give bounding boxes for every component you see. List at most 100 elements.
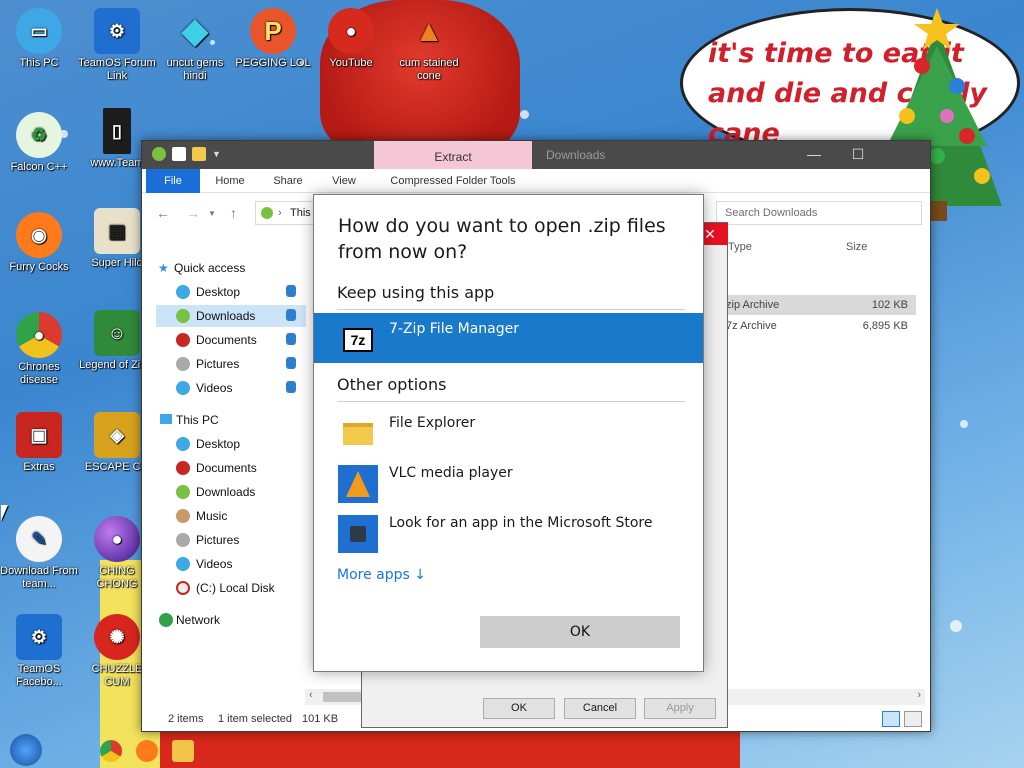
sidebar-item-quick-access[interactable]: ★ Quick access (156, 257, 306, 279)
desktop-folder-icon (176, 285, 190, 299)
desktop-icon-falcon[interactable]: ♻ Falcon C++ (0, 112, 78, 174)
app-option-7zip[interactable]: 7z 7-Zip File Manager (314, 313, 703, 363)
pin-icon[interactable] (286, 357, 296, 369)
ok-button[interactable]: OK (480, 616, 680, 648)
computer-icon: ▭ (16, 8, 62, 54)
cancel-button[interactable]: Cancel (564, 698, 636, 719)
tab-home[interactable]: Home (204, 169, 256, 193)
pin-icon[interactable] (286, 333, 296, 345)
other-options-heading: Other options (337, 375, 447, 394)
up-arrow-icon[interactable]: ↑ (230, 205, 237, 221)
desktop-icon-furry[interactable]: ◉ Furry Cocks (0, 212, 78, 274)
pin-icon[interactable] (286, 381, 296, 393)
file-row[interactable]: zip Archive 102 KB (726, 295, 916, 315)
chevron-down-icon[interactable]: ▼ (208, 209, 216, 218)
taskbar-firefox-icon[interactable] (136, 740, 158, 762)
new-folder-icon[interactable] (192, 147, 206, 161)
documents-folder-icon (176, 461, 190, 475)
desktop-icon-youtube[interactable]: ● YouTube (312, 8, 390, 70)
desktop-icon-download[interactable]: ✎ Download From team... (0, 516, 78, 591)
ok-button[interactable]: OK (483, 698, 555, 719)
desktop-icon-teamos-forum[interactable]: ⚙ TeamOS Forum Link (78, 8, 156, 83)
microsoft-store-icon (338, 515, 378, 553)
tab-file[interactable]: File (146, 169, 200, 193)
details-view-icon[interactable] (882, 711, 900, 727)
cone-icon: ▲ (414, 14, 444, 48)
more-apps-link[interactable]: More apps ↓ (337, 567, 426, 583)
properties-icon[interactable] (172, 147, 186, 161)
file-row[interactable]: 7z Archive 6,895 KB (726, 316, 916, 336)
tab-share[interactable]: Share (262, 169, 314, 193)
pin-icon[interactable] (286, 285, 296, 297)
sidebar-item-network[interactable]: Network (156, 609, 306, 631)
sidebar-item-pc-desktop[interactable]: Desktop (156, 433, 306, 455)
tab-compressed-folder-tools[interactable]: Compressed Folder Tools (376, 169, 530, 193)
column-header-size[interactable]: Size (846, 241, 867, 253)
status-size: 101 KB (302, 713, 339, 725)
window-title: Downloads (546, 148, 606, 162)
open-with-dialog: How do you want to open .zip files from … (313, 194, 704, 672)
sidebar-item-pc-pictures[interactable]: Pictures (156, 529, 306, 551)
disk-icon (176, 581, 190, 595)
sidebar-item-pc-downloads[interactable]: Downloads (156, 481, 306, 503)
app-icon (152, 147, 166, 161)
mouse-cursor (1, 505, 8, 521)
diamond-icon: ◆ (181, 11, 209, 50)
explorer-title-bar[interactable]: ▼ Extract Downloads — ☐ (142, 141, 930, 169)
sidebar-item-pc-music[interactable]: Music (156, 505, 306, 527)
dialog-title: How do you want to open .zip files from … (338, 215, 666, 263)
desktop-icon-uncut-gems[interactable]: ◆ uncut gems hindi (156, 8, 234, 83)
address-location-icon (261, 207, 273, 219)
sidebar-item-this-pc[interactable]: This PC (156, 409, 306, 431)
book-icon: ▯ (103, 108, 131, 154)
pin-icon[interactable] (286, 309, 296, 321)
sidebar-item-desktop[interactable]: Desktop (156, 281, 306, 303)
app-option-vlc[interactable]: VLC media player (314, 457, 703, 507)
minimize-button[interactable]: — (792, 141, 836, 169)
sidebar-item-documents[interactable]: Documents (156, 329, 306, 351)
desktop-icon-cum-cone[interactable]: ▲ cum stained cone (390, 8, 468, 83)
scroll-right-arrow-icon[interactable]: › (917, 689, 921, 701)
documents-folder-icon (176, 333, 190, 347)
apply-button[interactable]: Apply (644, 698, 716, 719)
desktop-icon-teamos-fb[interactable]: ⚙ TeamOS Facebo... (0, 614, 78, 689)
videos-folder-icon (176, 557, 190, 571)
sidebar-item-videos[interactable]: Videos (156, 377, 306, 399)
p-logo-icon: P (250, 8, 296, 54)
back-arrow-icon[interactable]: ← (156, 205, 170, 221)
large-icons-view-icon[interactable] (904, 711, 922, 727)
desktop-icon-extras[interactable]: ▣ Extras (0, 412, 78, 474)
keep-using-heading: Keep using this app (337, 283, 495, 302)
start-button-icon[interactable] (10, 734, 42, 766)
address-bar[interactable]: › This (255, 201, 315, 225)
navigation-pane: ★ Quick access Desktop Downloads Documen… (142, 247, 306, 707)
desktop-icon-this-pc[interactable]: ▭ This PC (0, 8, 78, 70)
column-header-type[interactable]: Type (728, 241, 752, 253)
bomb-icon: ● (94, 516, 140, 562)
tab-view[interactable]: View (318, 169, 370, 193)
forward-arrow-icon[interactable]: → (186, 205, 200, 221)
notepad-icon: ✎ (16, 516, 62, 562)
desktop-icon-pegging[interactable]: P PEGGING LOL (234, 8, 312, 70)
app-option-store[interactable]: Look for an app in the Microsoft Store (314, 507, 703, 557)
fuzzball-icon: ✺ (94, 614, 140, 660)
app-option-file-explorer[interactable]: File Explorer (314, 407, 703, 457)
sidebar-item-pictures[interactable]: Pictures (156, 353, 306, 375)
chevron-down-icon[interactable]: ▼ (212, 149, 221, 159)
divider (337, 309, 685, 310)
sidebar-item-pc-videos[interactable]: Videos (156, 553, 306, 575)
scroll-left-arrow-icon[interactable]: ‹ (309, 689, 313, 701)
sidebar-item-local-disk[interactable]: (C:) Local Disk (156, 577, 306, 599)
desktop-icon-chrome[interactable]: ● Chrones disease (0, 312, 78, 387)
extract-context-tab[interactable]: Extract (374, 141, 532, 169)
taskbar-chrome-icon[interactable] (100, 740, 122, 762)
sidebar-item-pc-documents[interactable]: Documents (156, 457, 306, 479)
sidebar-item-downloads[interactable]: Downloads (156, 305, 306, 327)
status-selected: 1 item selected (218, 713, 292, 725)
taskbar-explorer-icon[interactable] (172, 740, 194, 762)
desktop-folder-icon (176, 437, 190, 451)
status-item-count: 2 items (168, 713, 204, 725)
chrome-icon: ● (16, 312, 62, 358)
search-input[interactable]: Search Downloads (716, 201, 922, 225)
maximize-button[interactable]: ☐ (836, 141, 880, 169)
